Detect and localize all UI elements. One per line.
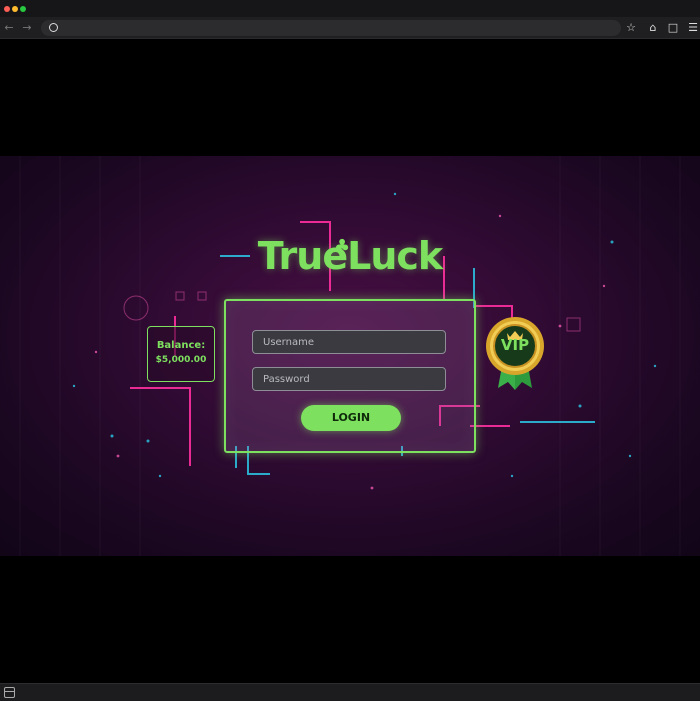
vip-badge[interactable]: VIP (484, 316, 546, 392)
tabs-icon[interactable]: □ (666, 21, 680, 35)
site-info-icon[interactable] (49, 23, 58, 32)
balance-label: Balance: (156, 340, 206, 351)
close-window-button[interactable] (4, 6, 10, 12)
login-panel: Username Password LOGIN (224, 299, 476, 453)
balance-amount: $5,000.00 (155, 355, 207, 365)
balance-box: Balance: $5,000.00 (147, 326, 215, 382)
clover-icon: ♣ (334, 236, 351, 257)
game-canvas[interactable]: TrueLuck ♣ Balance: $5,000.00 Username P… (0, 156, 700, 556)
forward-button[interactable]: → (20, 21, 34, 35)
username-input[interactable]: Username (252, 330, 446, 354)
minimize-window-button[interactable] (12, 6, 18, 12)
extensions-icon[interactable]: ⌂ (646, 21, 660, 35)
menu-icon[interactable]: ☰ (686, 21, 700, 35)
tab-strip (0, 0, 700, 17)
address-bar[interactable] (41, 20, 621, 36)
storage-icon[interactable] (4, 687, 15, 698)
vip-medal-icon (486, 317, 544, 390)
vip-label: VIP (500, 336, 530, 354)
login-button[interactable]: LOGIN (301, 405, 401, 431)
star-icon[interactable]: ☆ (624, 21, 638, 35)
maximize-window-button[interactable] (20, 6, 26, 12)
back-button[interactable]: ← (2, 21, 16, 35)
logo-text-luck: Luck (347, 234, 443, 278)
browser-toolbar: ← → ☆ ⌂ □ ☰ (0, 0, 700, 39)
status-bar (0, 683, 700, 701)
password-input[interactable]: Password (252, 367, 446, 391)
